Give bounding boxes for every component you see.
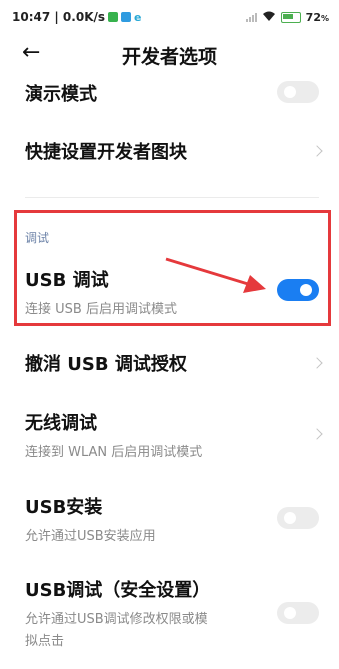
toggle-knob: [284, 512, 296, 524]
usb-debug-security-subtitle-line1: 允许通过USB调试修改权限或模: [25, 612, 208, 627]
wireless-debug-row[interactable]: 无线调试 连接到 WLAN 后启用调试模式: [0, 405, 339, 465]
annotation-arrow-icon: [165, 257, 266, 293]
usb-install-toggle[interactable]: [277, 507, 319, 529]
usb-install-subtitle: 允许通过USB安装应用: [25, 529, 156, 544]
wireless-debug-title: 无线调试: [25, 413, 97, 434]
revoke-usb-row[interactable]: 撤消 USB 调试授权: [0, 345, 339, 385]
usb-debug-security-title: USB调试（安全设置）: [25, 580, 211, 601]
usb-debug-security-subtitle-line2: 拟点击: [25, 634, 65, 649]
wireless-debug-subtitle: 连接到 WLAN 后启用调试模式: [25, 445, 203, 460]
usb-debug-security-toggle[interactable]: [277, 602, 319, 624]
usb-debug-security-row[interactable]: USB调试（安全设置） 允许通过USB调试修改权限或模 拟点击: [0, 572, 339, 652]
revoke-usb-title: 撤消 USB 调试授权: [25, 354, 187, 375]
chevron-right-icon: [311, 428, 323, 440]
chevron-right-icon: [311, 357, 323, 369]
toggle-knob: [284, 607, 296, 619]
usb-install-title: USB安装: [25, 497, 103, 518]
usb-install-row[interactable]: USB安装 允许通过USB安装应用: [0, 489, 339, 549]
